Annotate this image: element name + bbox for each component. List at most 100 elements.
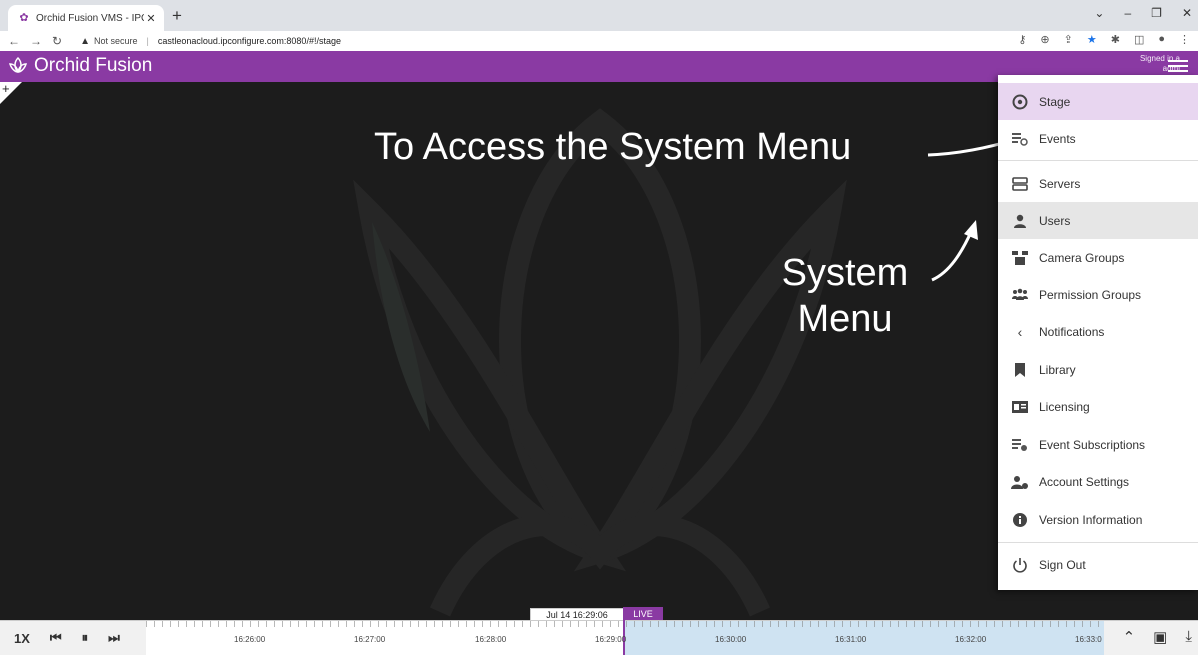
maximize-button[interactable]: ❐ [1151, 6, 1162, 20]
menu-item-label: Stage [1039, 94, 1071, 109]
back-icon[interactable]: ← [8, 34, 20, 48]
event-subscriptions-icon [1011, 436, 1029, 454]
menu-item-account-settings[interactable]: Account Settings [998, 463, 1198, 500]
live-badge[interactable]: LIVE [623, 607, 663, 621]
chevron-up-icon[interactable]: ⌃ [1123, 628, 1136, 646]
hamburger-bar [1168, 65, 1188, 67]
license-icon [1011, 398, 1029, 416]
add-icon[interactable]: + [2, 82, 10, 95]
menu-item-label: Library [1039, 362, 1076, 377]
menu-item-label: Event Subscriptions [1039, 437, 1146, 452]
bookmark-star-icon[interactable]: ★ [1087, 33, 1097, 46]
pause-icon[interactable]: ⏸ [82, 630, 89, 646]
menu-item-stage[interactable]: Stage [998, 83, 1198, 120]
close-window-button[interactable]: ✕ [1182, 6, 1192, 20]
reload-icon[interactable]: ↻ [52, 34, 62, 48]
share-icon[interactable]: ⇪ [1064, 33, 1073, 46]
timeline-bar: 1X ⏮ ⏸ ⏭ 16:26:00 16:27:00 16:28:00 16:2… [0, 609, 1198, 655]
menu-item-label: Events [1039, 131, 1076, 146]
hamburger-bar [1168, 70, 1188, 72]
menu-item-label: Licensing [1039, 399, 1090, 414]
annotation-line2: Menu [797, 298, 893, 340]
menu-item-label: Notifications [1039, 324, 1105, 339]
time-label: 16:26:00 [234, 635, 266, 644]
skip-back-icon[interactable]: ⏮ [50, 630, 62, 646]
time-label: 16:28:00 [475, 635, 507, 644]
menu-item-label: Version Information [1039, 512, 1143, 527]
menu-item-servers[interactable]: Servers [998, 165, 1198, 202]
tab-search-icon[interactable]: ⌄ [1094, 6, 1104, 20]
menu-item-events[interactable]: Events [998, 120, 1198, 157]
warning-icon: ▲ [80, 35, 90, 47]
power-icon [1011, 556, 1029, 574]
orchid-logo-icon [8, 56, 28, 74]
new-tab-button[interactable]: + [172, 7, 182, 24]
key-icon[interactable]: ⚷ [1018, 33, 1026, 46]
app-name: Orchid Fusion [34, 55, 153, 76]
menu-item-sign-out[interactable]: Sign Out [998, 546, 1198, 583]
calendar-icon[interactable]: ▣ [1153, 628, 1167, 646]
menu-item-library[interactable]: Library [998, 351, 1198, 388]
minimize-button[interactable]: – [1124, 6, 1131, 20]
menu-item-version-information[interactable]: Version Information [998, 501, 1198, 538]
skip-forward-icon[interactable]: ⏭ [108, 630, 120, 646]
window-controls: ⌄ – ❐ ✕ [1094, 6, 1192, 20]
app-logo[interactable]: Orchid Fusion [8, 55, 152, 77]
system-menu: Stage Events Servers Users Camera Groups… [998, 75, 1198, 590]
playback-controls: 1X ⏮ ⏸ ⏭ [14, 630, 120, 646]
menu-item-label: Users [1039, 213, 1071, 228]
annotation-line1: System [781, 252, 909, 294]
events-icon [1011, 130, 1029, 148]
browser-tab-bar: ✿ Orchid Fusion VMS - IPConfigure ✕ + ⌄ … [0, 0, 1198, 31]
url-separator: | [146, 36, 149, 46]
menu-item-licensing[interactable]: Licensing [998, 388, 1198, 425]
chevron-left-icon: ‹ [1017, 323, 1023, 340]
hamburger-bar [1168, 60, 1188, 62]
profile-avatar-icon[interactable]: ● [1158, 33, 1165, 46]
system-menu-button[interactable] [1168, 57, 1188, 75]
url-text[interactable]: castleonacloud.ipconfigure.com:8080/#!/s… [158, 36, 341, 46]
timeline-ticks [146, 621, 1104, 627]
bookmark-icon [1011, 361, 1029, 379]
speed-selector[interactable]: 1X [14, 631, 30, 646]
annotation-system-menu: System Menu [760, 250, 930, 342]
user-icon [1011, 212, 1029, 230]
browser-extensions: ⚷ ⊕ ⇪ ★ ✱ ◫ ● ⋮ [1018, 33, 1190, 46]
menu-item-label: Permission Groups [1039, 287, 1142, 302]
time-label: 16:30:00 [715, 635, 747, 644]
menu-divider [998, 160, 1198, 161]
menu-item-camera-groups[interactable]: Camera Groups [998, 239, 1198, 276]
time-label: 16:29:00 [595, 635, 627, 644]
eye-icon [1011, 93, 1029, 111]
menu-item-notifications[interactable]: ‹ Notifications [998, 313, 1198, 350]
browser-menu-icon[interactable]: ⋮ [1179, 33, 1190, 46]
time-label: 16:27:00 [354, 635, 386, 644]
download-icon[interactable]: ⤓ [1185, 628, 1192, 646]
time-label: 16:33:0 [1075, 635, 1102, 644]
browser-tab[interactable]: ✿ Orchid Fusion VMS - IPConfigure ✕ [8, 5, 164, 31]
navigation-buttons: ← → ↻ [8, 34, 62, 48]
tab-close-icon[interactable]: ✕ [144, 12, 158, 25]
forward-icon[interactable]: → [30, 34, 42, 48]
address-bar: ← → ↻ ▲ Not secure | castleonacloud.ipco… [0, 31, 1198, 52]
annotation-access-menu: To Access the System Menu [374, 126, 852, 168]
menu-item-permission-groups[interactable]: Permission Groups [998, 276, 1198, 313]
menu-item-label: Sign Out [1039, 557, 1086, 572]
menu-item-event-subscriptions[interactable]: Event Subscriptions [998, 426, 1198, 463]
not-secure-label: Not secure [93, 36, 138, 46]
site-info[interactable]: ▲ Not secure | castleonacloud.ipconfigur… [80, 36, 341, 47]
time-label: 16:32:00 [955, 635, 987, 644]
time-label: 16:31:00 [835, 635, 867, 644]
timeline-right-controls: ⌃ ▣ ⤓ [1123, 628, 1192, 646]
menu-item-label: Servers [1039, 176, 1081, 191]
zoom-icon[interactable]: ⊕ [1040, 33, 1049, 46]
servers-icon [1011, 175, 1029, 193]
sidepanel-icon[interactable]: ◫ [1134, 33, 1144, 46]
menu-divider [998, 542, 1198, 543]
menu-item-label: Camera Groups [1039, 250, 1125, 265]
menu-item-users[interactable]: Users [998, 202, 1198, 239]
extensions-icon[interactable]: ✱ [1111, 33, 1120, 46]
playhead[interactable] [623, 609, 625, 655]
orchid-favicon-icon: ✿ [19, 12, 29, 24]
camera-groups-icon [1011, 249, 1029, 267]
